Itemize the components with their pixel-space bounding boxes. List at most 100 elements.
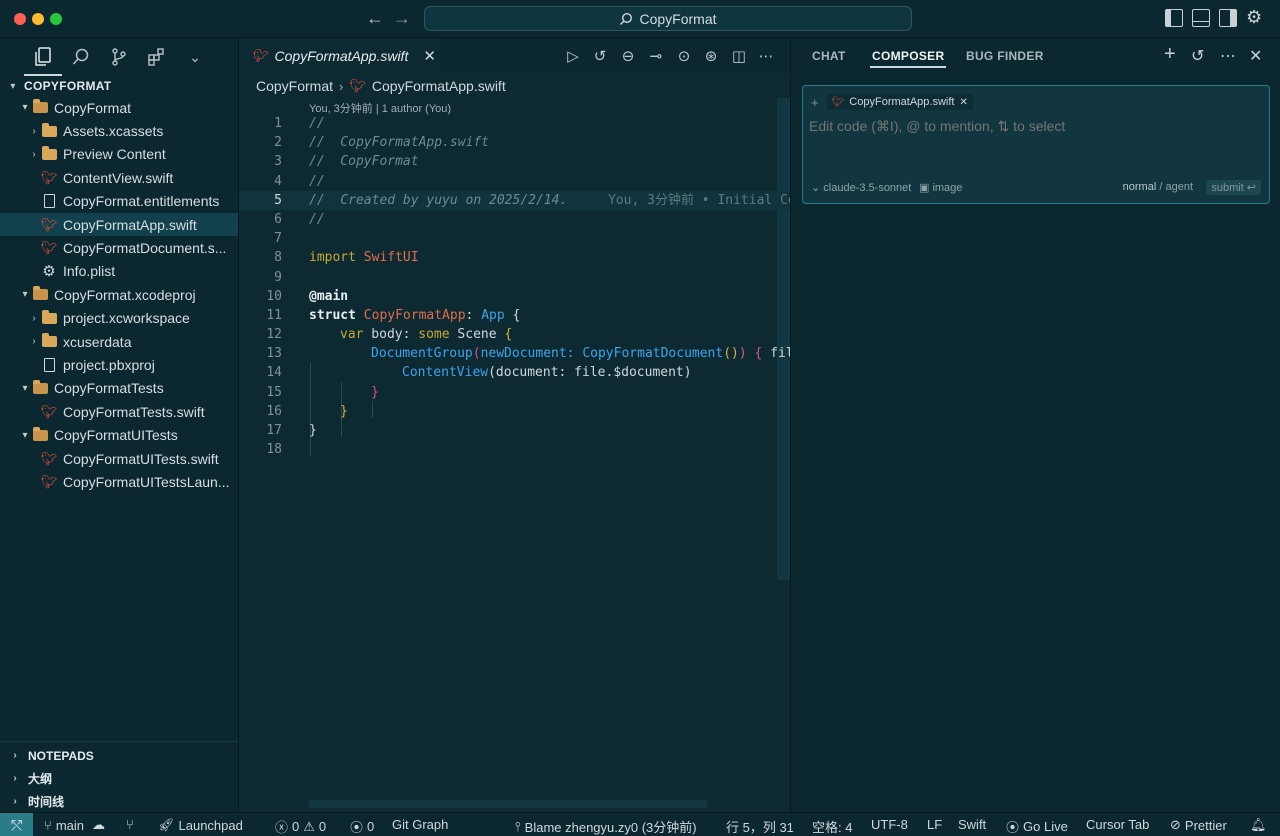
code-line: 14 ContentView(document: file.$document) [266, 365, 692, 381]
source-control-graph-icon[interactable]: ⑂ [126, 817, 134, 832]
tree-item[interactable]: ▾ CopyFormat [0, 96, 238, 119]
tree-item[interactable]: CopyFormat.entitlements [0, 190, 238, 213]
breadcrumb-file[interactable]: CopyFormatApp.swift [372, 78, 506, 94]
warning-icon: ⚠ [303, 818, 315, 834]
new-composer-icon[interactable]: + [1164, 43, 1176, 66]
git-compare-icon[interactable]: ⊛ [702, 47, 720, 65]
minimize-window-button[interactable] [32, 13, 44, 25]
split-editor-icon[interactable]: ◫ [730, 47, 748, 65]
submit-button[interactable]: submit ↩ [1206, 180, 1261, 195]
editor-tab-copyformatapp[interactable]: 🐦︎ CopyFormatApp.swift ✕ [239, 38, 441, 74]
toggle-secondary-sidebar-icon[interactable] [1219, 9, 1237, 27]
more-views-tab[interactable]: ⌄ [176, 42, 214, 72]
swift-file-icon: 🐦︎ [40, 450, 58, 466]
add-image-button[interactable]: ▣ image [919, 181, 962, 194]
tree-item[interactable]: ▾ CopyFormatUITests [0, 423, 238, 446]
tree-item-label: Assets.xcassets [63, 123, 164, 140]
branch-indicator[interactable]: ⑂ main ☁ [44, 817, 105, 833]
extensions-tab[interactable] [138, 42, 176, 72]
previous-change-icon[interactable]: ⊖ [619, 47, 637, 65]
zoom-window-button[interactable] [50, 13, 62, 25]
tree-item[interactable]: project.pbxproj [0, 353, 238, 376]
sidebar-view-tabs: ⌄ [0, 38, 238, 76]
timeline-section[interactable]: › 时间线 [0, 790, 238, 813]
ports-indicator[interactable]: ⦿ 0 [350, 817, 374, 836]
run-icon[interactable]: ▷ [564, 47, 582, 65]
model-selector[interactable]: ⌄ claude-3.5-sonnet [811, 181, 911, 194]
horizontal-scrollbar[interactable] [309, 800, 707, 808]
composer-input[interactable] [809, 118, 1259, 134]
explorer-tab[interactable] [24, 42, 62, 76]
cursor-position[interactable]: 行 5，列 31 [726, 817, 794, 836]
code-view[interactable]: 1// 2// CopyFormatApp.swift 3// CopyForm… [239, 114, 802, 459]
remove-context-icon[interactable]: ✕ [959, 97, 967, 108]
file-tree: ▾ CopyFormat › Assets.xcassets › Preview Cont… [0, 96, 238, 494]
tree-item[interactable]: ▾ CopyFormatTests [0, 377, 238, 400]
remote-indicator-button[interactable]: ⤲ [0, 813, 33, 836]
tree-item[interactable]: › xcuserdata [0, 330, 238, 353]
tree-item[interactable]: 🐦︎ CopyFormatTests.swift [0, 400, 238, 423]
tree-item-label: Info.plist [63, 263, 116, 280]
indentation[interactable]: 空格: 4 [812, 817, 852, 836]
outline-section[interactable]: › 大纲 [0, 767, 238, 790]
search-tab[interactable] [62, 42, 100, 72]
source-control-tab[interactable] [100, 42, 138, 72]
broadcast-icon: ⦿ [1006, 820, 1020, 835]
history-icon[interactable]: ↺ [591, 47, 609, 65]
tree-item-label: project.xcworkspace [63, 310, 190, 327]
encoding[interactable]: UTF-8 [871, 817, 908, 832]
cursor-tab-button[interactable]: Cursor Tab [1086, 817, 1149, 832]
add-context-icon[interactable]: + [811, 95, 819, 110]
git-graph-button[interactable]: Git Graph [392, 817, 448, 832]
close-window-button[interactable] [14, 13, 26, 25]
source-control-icon [112, 48, 126, 66]
command-center-search[interactable]: CopyFormat [424, 6, 912, 31]
language-mode[interactable]: Swift [958, 817, 986, 832]
tree-item[interactable]: › Preview Content [0, 143, 238, 166]
go-live-button[interactable]: ⦿ Go Live [1006, 817, 1068, 836]
settings-gear-icon[interactable]: ⚙ [1246, 7, 1264, 27]
blame-indicator[interactable]: ⫯ Blame zhengyu.zy0 (3分钟前) [515, 817, 697, 836]
file-icon [41, 357, 57, 373]
chevron-right-icon: › [32, 148, 36, 160]
tree-item[interactable]: 🐦︎ ContentView.swift [0, 166, 238, 189]
close-tab-icon[interactable]: ✕ [423, 47, 436, 65]
back-arrow-icon[interactable]: ← [366, 8, 384, 29]
more-actions-icon[interactable]: ⋯ [1220, 46, 1236, 66]
tab-composer[interactable]: COMPOSER [869, 49, 947, 68]
history-icon[interactable]: ↺ [1191, 46, 1204, 66]
notifications-bell-icon[interactable]: 🔔︎ [1250, 817, 1267, 833]
next-change-icon[interactable]: ⊙ [675, 47, 693, 65]
commit-icon[interactable]: ⊸ [647, 47, 665, 65]
tab-chat[interactable]: CHAT [812, 49, 846, 63]
tree-item[interactable]: ▾ CopyFormat.xcodeproj [0, 283, 238, 306]
tree-item-label: CopyFormat.xcodeproj [54, 286, 196, 303]
remote-icon: ⤲ [10, 816, 23, 833]
tree-item[interactable]: › project.xcworkspace [0, 307, 238, 330]
tree-item-label: Preview Content [63, 146, 166, 163]
mode-toggle[interactable]: normal / agent [1123, 181, 1193, 193]
tree-item[interactable]: 🐦︎ CopyFormatDocument.s... [0, 236, 238, 259]
more-actions-icon[interactable]: ⋯ [757, 47, 775, 65]
forward-arrow-icon[interactable]: → [393, 8, 411, 29]
toggle-panel-icon[interactable] [1192, 9, 1210, 27]
prettier-button[interactable]: ⊘ Prettier [1170, 817, 1227, 833]
toggle-primary-sidebar-icon[interactable] [1165, 9, 1183, 27]
tree-item[interactable]: 🐦︎ CopyFormatApp.swift [0, 212, 238, 237]
tree-item[interactable]: ⚙ Info.plist [0, 260, 238, 283]
tree-item[interactable]: 🐦︎ CopyFormatUITestsLaun... [0, 470, 238, 493]
files-icon [35, 47, 51, 66]
notepads-section[interactable]: › NOTEPADS [0, 744, 238, 767]
explorer-section-header[interactable]: ▾ COPYFORMAT [0, 76, 238, 96]
end-of-line[interactable]: LF [927, 817, 942, 832]
breadcrumb-folder[interactable]: CopyFormat [256, 78, 333, 94]
swift-file-icon: 🐦︎ [40, 169, 58, 185]
tab-bug-finder[interactable]: BUG FINDER [966, 49, 1044, 63]
tree-item[interactable]: 🐦︎ CopyFormatUITests.swift [0, 447, 238, 470]
context-file-chip[interactable]: 🐦︎ CopyFormatApp.swift ✕ [826, 94, 973, 110]
launchpad-button[interactable]: 🚀︎ Launchpad [158, 817, 243, 833]
close-panel-icon[interactable]: ✕ [1249, 46, 1262, 66]
chevron-down-icon: ▾ [10, 80, 16, 92]
tree-item[interactable]: › Assets.xcassets [0, 119, 238, 142]
problems-indicator[interactable]: ⓧ 0 ⚠ 0 [275, 817, 326, 836]
